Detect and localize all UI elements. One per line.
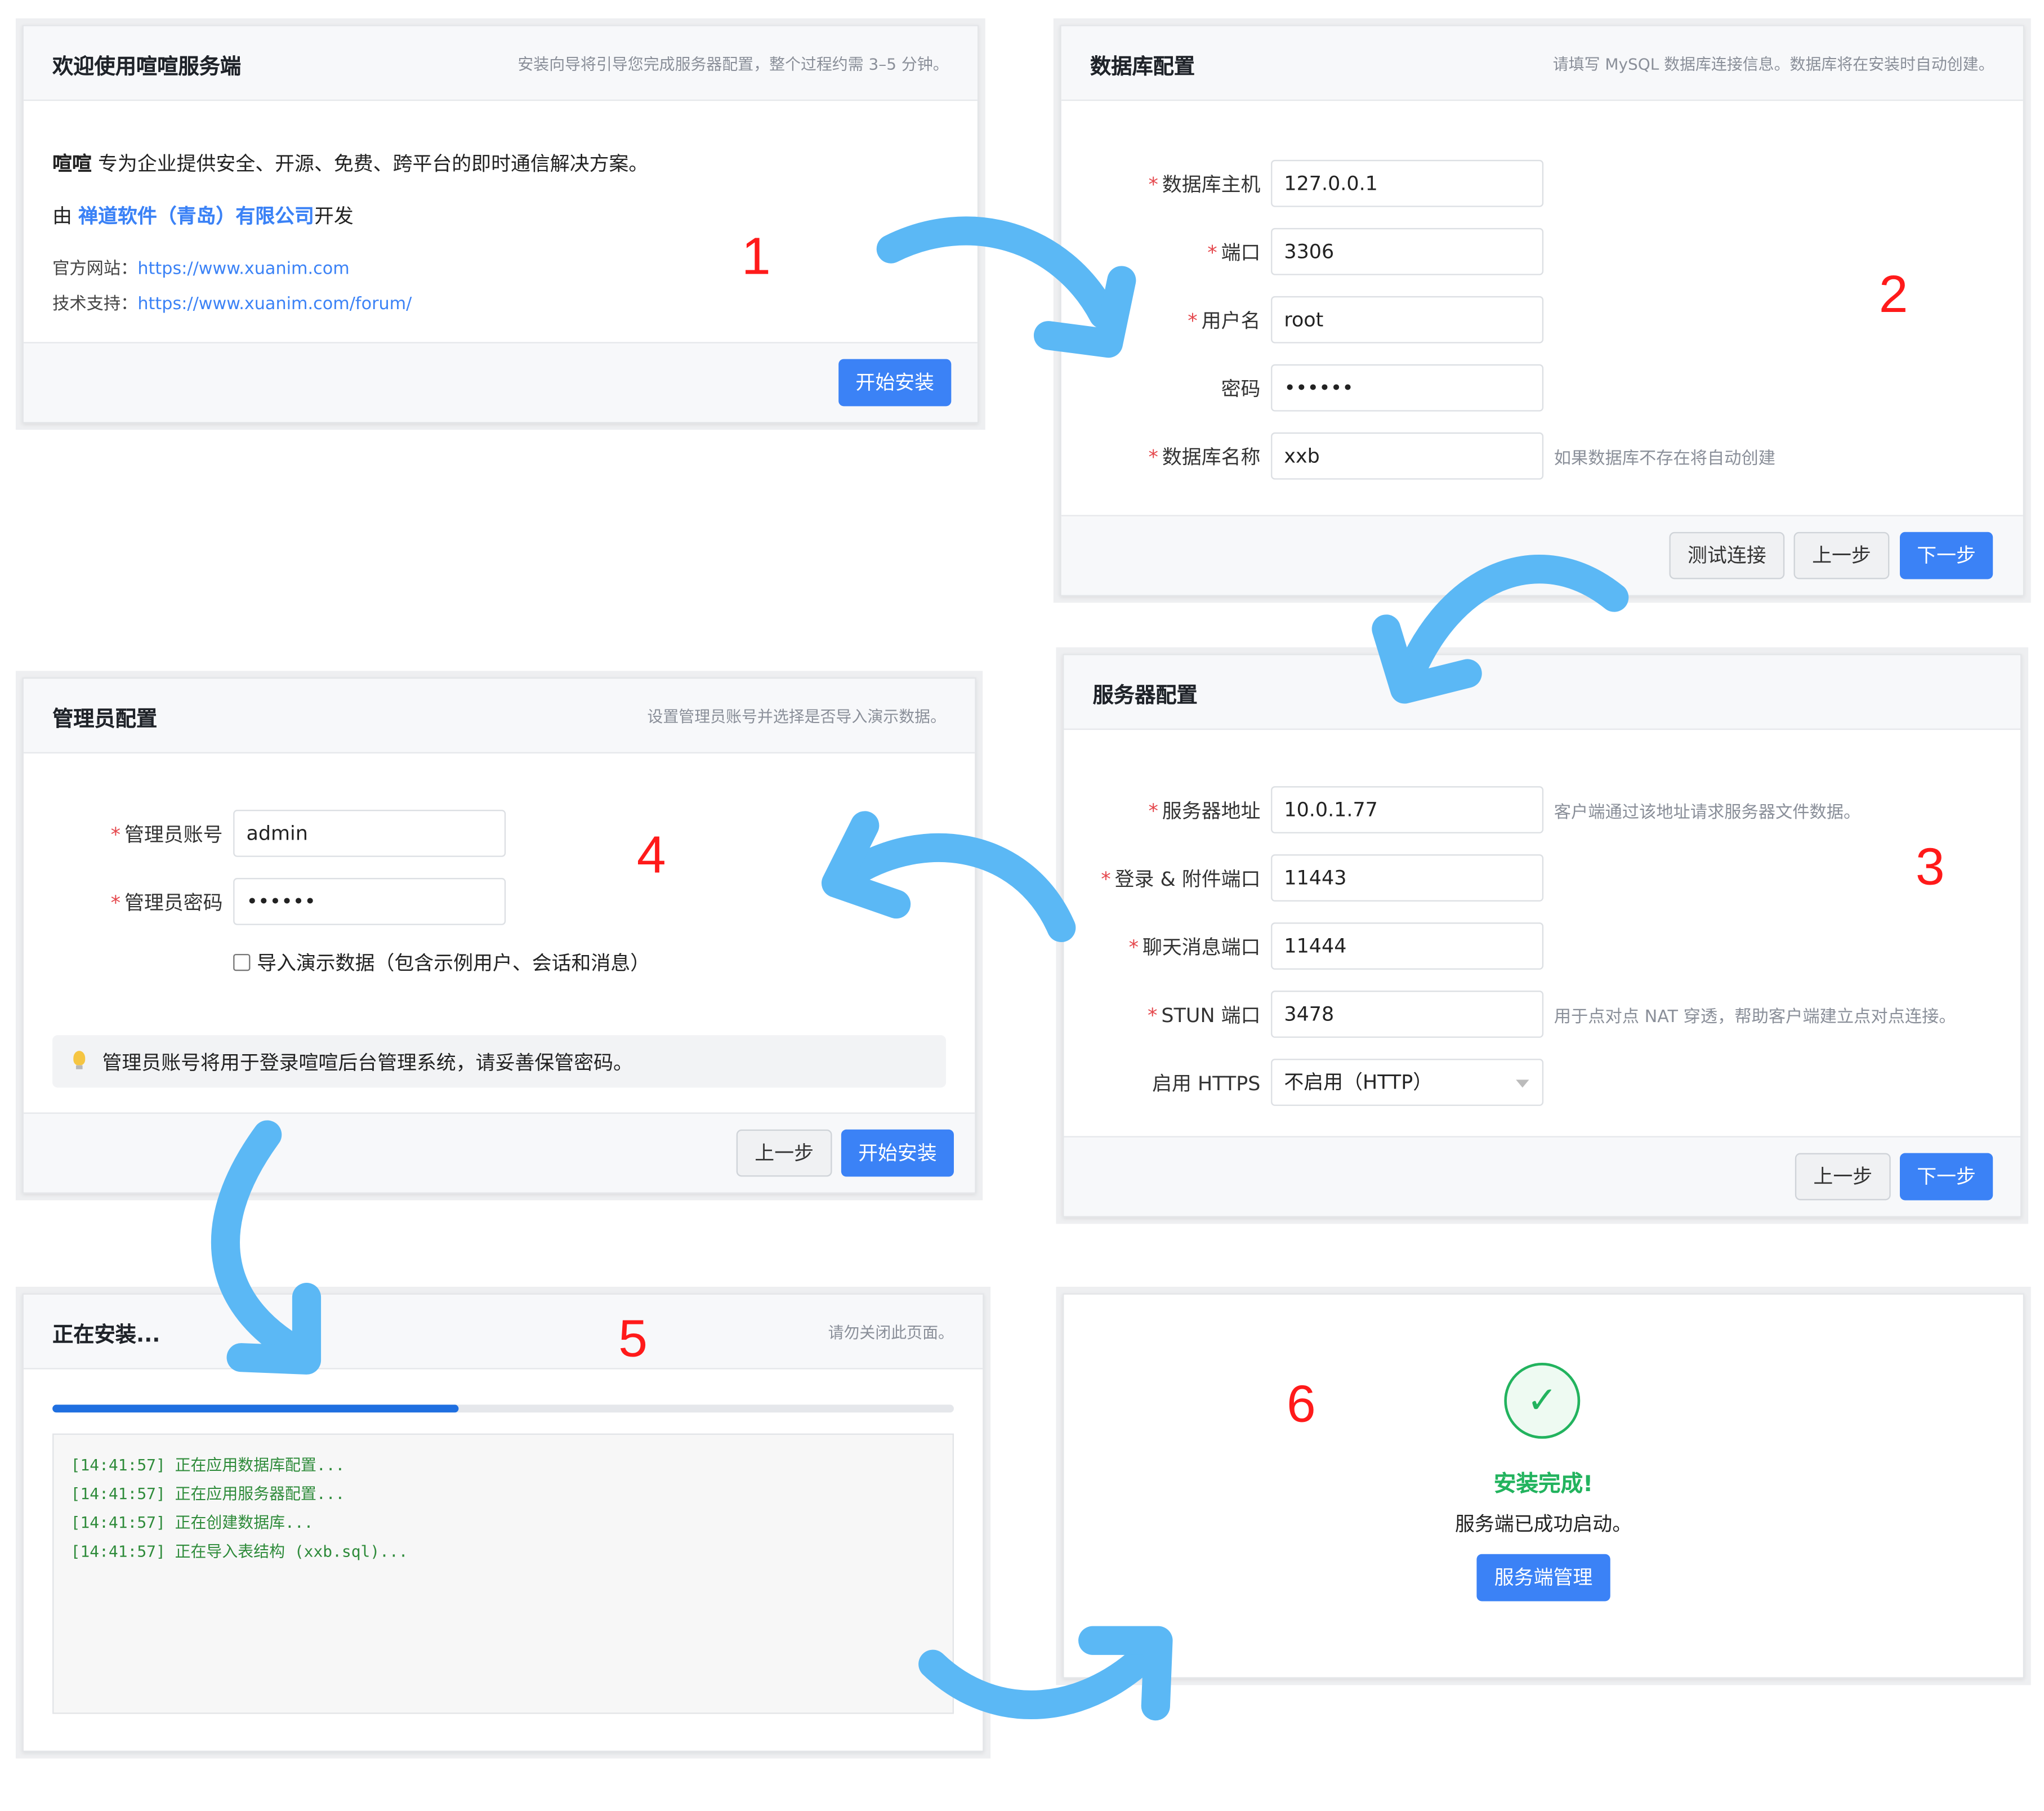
arrow-step2-to-step3 [1393, 555, 1629, 696]
flow-arrows [211, 216, 1629, 1721]
arrow-step5-to-step6 [918, 1634, 1168, 1719]
arrow-step1-to-step2 [876, 216, 1118, 329]
